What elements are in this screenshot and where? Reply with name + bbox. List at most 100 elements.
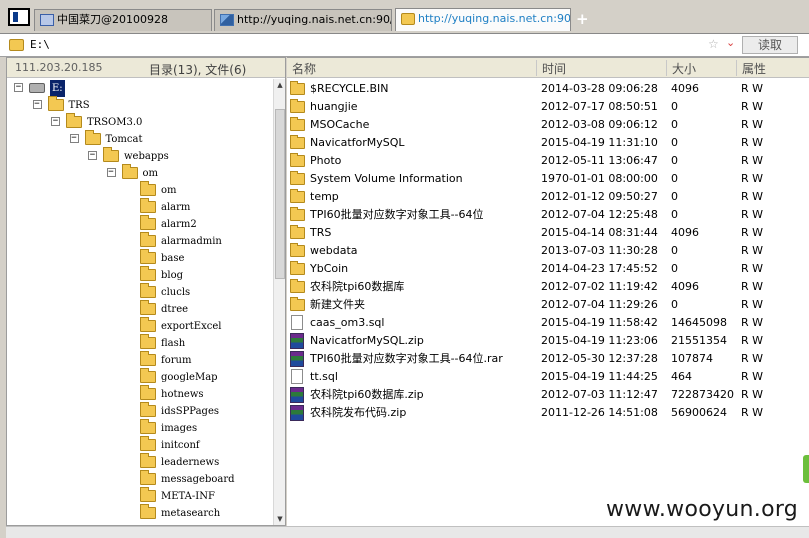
file-attr: R W (741, 370, 764, 383)
tree-node[interactable]: dtree (7, 300, 273, 318)
horizontal-scrollbar[interactable] (6, 526, 809, 538)
file-row[interactable]: YbCoin 2014-04-23 17:45:52 0 R W (287, 260, 802, 278)
collapse-icon[interactable]: − (69, 134, 79, 143)
file-size: 107874 (671, 352, 713, 365)
file-row[interactable]: 农科院tpi60数据库 2012-07-02 11:19:42 4096 R W (287, 278, 802, 296)
file-time: 2015-04-19 11:23:06 (541, 334, 658, 347)
read-button[interactable]: 读取 (742, 36, 798, 54)
scroll-up-icon[interactable]: ▲ (275, 79, 285, 91)
file-row[interactable]: caas_om3.sql 2015-04-19 11:58:42 14645098 R… (287, 314, 802, 332)
file-row[interactable]: TPI60批量对应数字对象工具--64位 2012-07-04 12:25:48 0… (287, 206, 802, 224)
tree-node[interactable]: − TRSOM3.0 (7, 113, 273, 131)
tree-node[interactable]: blog (7, 266, 273, 284)
file-row[interactable]: tt.sql 2015-04-19 11:44:25 464 R W (287, 368, 802, 386)
tree-node[interactable]: clucls (7, 283, 273, 301)
file-row[interactable]: 新建文件夹 2012-07-04 11:29:26 0 R W (287, 296, 802, 314)
tree-node[interactable]: flash (7, 334, 273, 352)
tree-node-label: META-INF (161, 491, 215, 502)
file-row[interactable]: $RECYCLE.BIN 2014-03-28 09:06:28 4096 R W (287, 80, 802, 98)
tree-node[interactable]: messageboard (7, 470, 273, 488)
tree-node[interactable]: alarm2 (7, 215, 273, 233)
path-input[interactable]: E:\ (30, 38, 50, 51)
archive-icon (290, 333, 304, 349)
tree-node[interactable]: − TRS (7, 96, 273, 114)
column-attr[interactable]: 属性 (736, 60, 766, 76)
file-row[interactable]: System Volume Information 1970-01-01 08:0… (287, 170, 802, 188)
new-tab-button[interactable]: + (576, 10, 589, 28)
file-row[interactable]: NavicatforMySQL.zip 2015-04-19 11:23:06 21… (287, 332, 802, 350)
tree-node[interactable]: initconf (7, 436, 273, 454)
tab-url-2-active[interactable]: http://yuqing.nais.net.cn:90/... (395, 8, 571, 31)
chevron-down-icon[interactable]: ⌄ (726, 36, 735, 49)
tree-node-label: E: (50, 80, 65, 97)
directory-tree-panel: 111.203.20.185 目录(13), 文件(6) − E: − TRS − TRS… (6, 57, 286, 526)
column-name[interactable]: 名称 (287, 60, 316, 76)
file-name: 农科院发布代码.zip (310, 406, 407, 419)
side-handle[interactable] (803, 455, 809, 483)
tree-node[interactable]: leadernews (7, 453, 273, 471)
tree-node[interactable]: exportExcel (7, 317, 273, 335)
tab-caidao[interactable]: 中国菜刀@20100928 (34, 9, 212, 31)
tree-node[interactable]: alarm (7, 198, 273, 216)
star-icon[interactable]: ☆ (708, 37, 719, 51)
file-row[interactable]: huangjie 2012-07-17 08:50:51 0 R W (287, 98, 802, 116)
file-row[interactable]: 农科院tpi60数据库.zip 2012-07-03 11:12:47 722873… (287, 386, 802, 404)
tree-node[interactable]: − E: (7, 80, 273, 97)
file-row[interactable]: temp 2012-01-12 09:50:27 0 R W (287, 188, 802, 206)
file-time: 2012-07-03 11:12:47 (541, 388, 658, 401)
tree-node[interactable]: metasearch (7, 504, 273, 522)
tree-node[interactable]: − om (7, 164, 273, 182)
tree-node[interactable]: − Tomcat (7, 130, 273, 148)
file-list-header: 名称 时间 大小 属性 (287, 58, 809, 78)
collapse-icon[interactable]: − (51, 117, 60, 126)
tab-url-1[interactable]: http://yuqing.nais.net.cn:90/... (214, 9, 392, 31)
file-row[interactable]: NavicatforMySQL 2015-04-19 11:31:10 0 R W (287, 134, 802, 152)
file-row[interactable]: 农科院发布代码.zip 2011-12-26 14:51:08 56900624 R … (287, 404, 802, 422)
file-row[interactable]: TRS 2015-04-14 08:31:44 4096 R W (287, 224, 802, 242)
file-name: TRS (310, 226, 332, 239)
tree-node-label: om (161, 185, 177, 196)
window-layout-icon[interactable] (8, 8, 30, 26)
tree-node[interactable]: base (7, 249, 273, 267)
scroll-thumb[interactable] (275, 109, 285, 279)
file-size: 14645098 (671, 316, 727, 329)
tree-node-label: messageboard (161, 474, 235, 485)
tree-node-label: idsSPPages (161, 406, 220, 417)
column-size[interactable]: 大小 (666, 60, 696, 76)
tree-node[interactable]: − webapps (7, 147, 273, 165)
tree-node-label: Tomcat (105, 134, 143, 145)
file-name: YbCoin (310, 262, 349, 275)
tree-scrollbar[interactable]: ▲ ▼ (273, 79, 285, 525)
tree-node[interactable]: om (7, 181, 273, 199)
tab-label: http://yuqing.nais.net.cn:90/... (418, 12, 571, 25)
file-name: caas_om3.sql (310, 316, 385, 329)
archive-icon (290, 405, 304, 421)
collapse-icon[interactable]: − (14, 83, 23, 92)
file-size: 464 (671, 370, 692, 383)
file-row[interactable]: MSOCache 2012-03-08 09:06:12 0 R W (287, 116, 802, 134)
file-row[interactable]: TPI60批量对应数字对象工具--64位.rar 2012-05-30 12:37… (287, 350, 802, 368)
tree-node[interactable]: images (7, 419, 273, 437)
tree-node-label: webapps (124, 151, 169, 162)
tree-node[interactable]: idsSPPages (7, 402, 273, 420)
server-ip: 111.203.20.185 (15, 61, 103, 74)
archive-icon (290, 387, 304, 403)
tree-node[interactable]: googleMap (7, 368, 273, 386)
file-attr: R W (741, 226, 764, 239)
tree-node[interactable]: META-INF (7, 487, 273, 505)
column-time[interactable]: 时间 (536, 60, 566, 76)
item-counts: 目录(13), 文件(6) (149, 63, 247, 77)
collapse-icon[interactable]: − (88, 151, 97, 160)
collapse-icon[interactable]: − (32, 100, 42, 109)
tree-node-label: TRS (68, 100, 90, 111)
file-row[interactable]: webdata 2013-07-03 11:30:28 0 R W (287, 242, 802, 260)
watermark: www.wooyun.org (606, 497, 799, 522)
tab-label: http://yuqing.nais.net.cn:90/... (237, 13, 392, 26)
file-time: 2015-04-19 11:44:25 (541, 370, 658, 383)
tree-node[interactable]: alarmadmin (7, 232, 273, 250)
tree-node[interactable]: hotnews (7, 385, 273, 403)
collapse-icon[interactable]: − (106, 168, 116, 177)
scroll-down-icon[interactable]: ▼ (275, 513, 285, 525)
file-row[interactable]: Photo 2012-05-11 13:06:47 0 R W (287, 152, 802, 170)
tree-node[interactable]: forum (7, 351, 273, 369)
